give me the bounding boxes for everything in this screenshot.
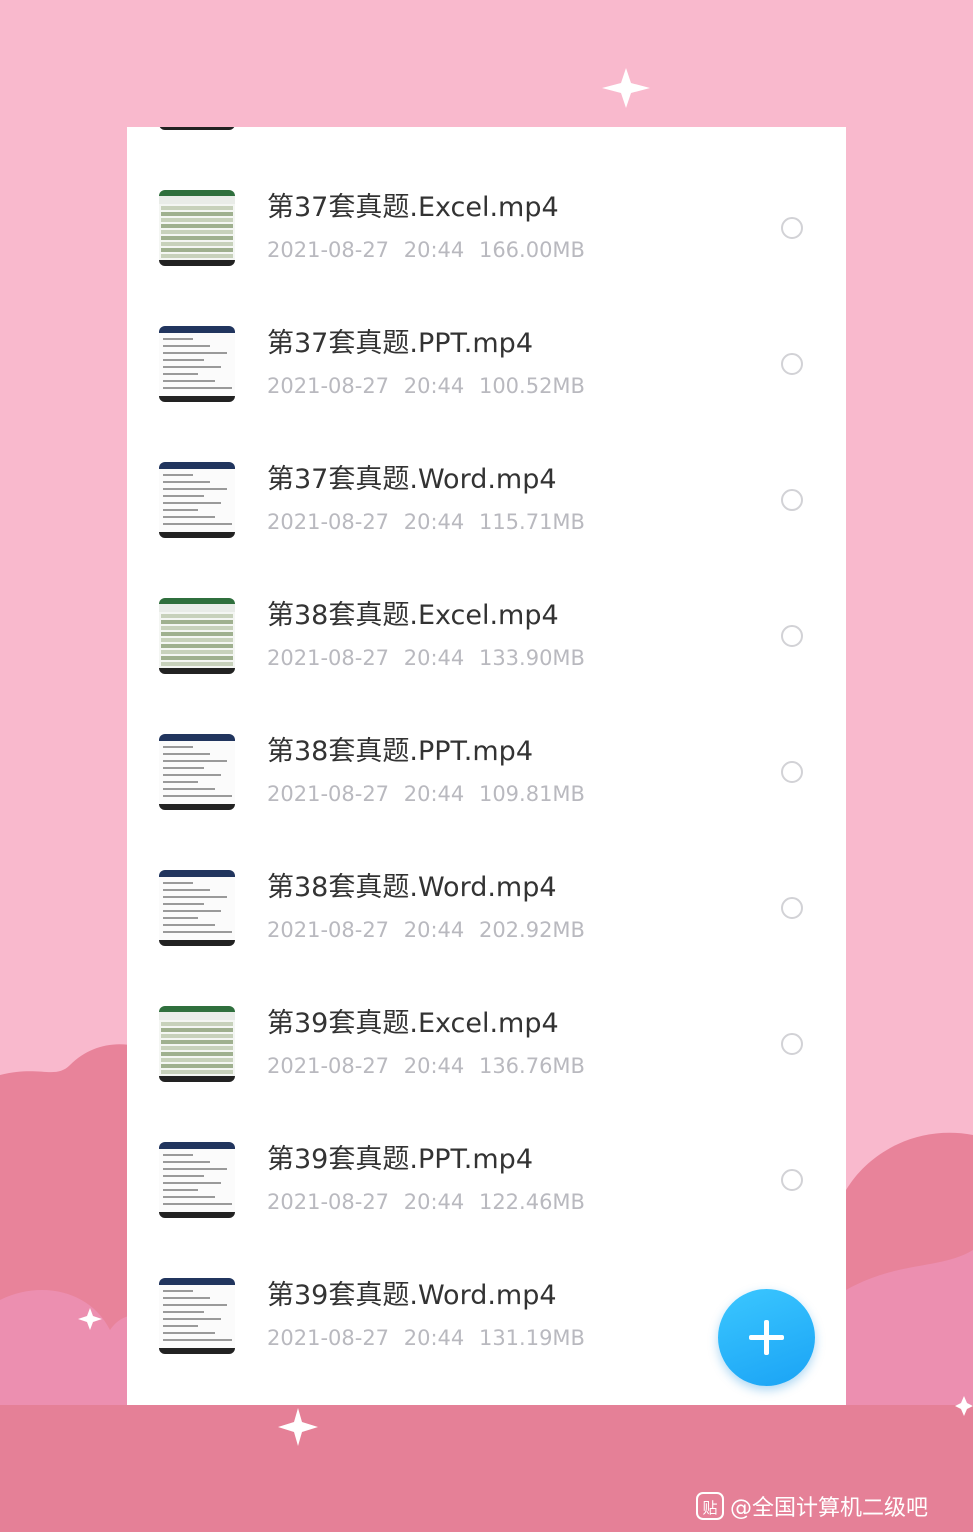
file-date: 2021-08-27 bbox=[267, 918, 390, 942]
file-date: 2021-08-27 bbox=[267, 510, 390, 534]
file-size: 100.52MB bbox=[478, 374, 585, 398]
select-radio[interactable] bbox=[781, 625, 803, 647]
select-radio[interactable] bbox=[781, 761, 803, 783]
video-thumbnail bbox=[159, 1006, 235, 1082]
select-radio[interactable] bbox=[781, 1169, 803, 1191]
file-size: 202.92MB bbox=[478, 918, 585, 942]
file-date: 2021-08-27 bbox=[267, 1326, 390, 1350]
plus-icon bbox=[749, 1320, 784, 1355]
file-time: 20:44 bbox=[403, 238, 465, 262]
file-size: 115.71MB bbox=[478, 510, 585, 534]
watermark-text: @全国计算机二级吧 bbox=[730, 1496, 929, 1521]
file-list-item[interactable]: 第38套真题.Word.mp4 2021-08-27 20:44 202.92MB bbox=[127, 870, 846, 1006]
select-radio[interactable] bbox=[781, 489, 803, 511]
file-name: 第38套真题.Word.mp4 bbox=[267, 872, 557, 903]
file-meta: 2021-08-27 20:44 109.81MB bbox=[267, 780, 585, 808]
file-time: 20:44 bbox=[403, 1326, 465, 1350]
file-list-item[interactable]: 第37套真题.Excel.mp4 2021-08-27 20:44 166.00M… bbox=[127, 190, 846, 326]
file-meta: 2021-08-27 20:44 166.00MB bbox=[267, 236, 585, 264]
file-date: 2021-08-27 bbox=[267, 374, 390, 398]
file-meta: 2021-08-27 20:44 95.77MB bbox=[267, 127, 572, 128]
select-radio[interactable] bbox=[781, 1033, 803, 1055]
file-meta: 2021-08-27 20:44 122.46MB bbox=[267, 1188, 585, 1216]
video-thumbnail bbox=[159, 190, 235, 266]
file-list-item[interactable]: 第37套真题.Word.mp4 2021-08-27 20:44 115.71MB bbox=[127, 462, 846, 598]
watermark: 贴 @全国计算机二级吧 bbox=[696, 1491, 928, 1521]
video-thumbnail bbox=[159, 598, 235, 674]
file-name: 第39套真题.Excel.mp4 bbox=[267, 1008, 559, 1039]
video-thumbnail bbox=[159, 462, 235, 538]
file-meta: 2021-08-27 20:44 100.52MB bbox=[267, 372, 585, 400]
sparkle-icon bbox=[602, 68, 650, 108]
video-thumbnail bbox=[159, 326, 235, 402]
file-name: 第39套真题.Word.mp4 bbox=[267, 1280, 557, 1311]
file-list-item[interactable]: 第39套真题.Excel.mp4 2021-08-27 20:44 136.76M… bbox=[127, 1006, 846, 1142]
file-time: 20:44 bbox=[403, 1190, 465, 1214]
file-size: 166.00MB bbox=[478, 238, 585, 262]
file-size: 133.90MB bbox=[478, 646, 585, 670]
file-name: 第38套真题.PPT.mp4 bbox=[267, 736, 533, 767]
video-thumbnail bbox=[159, 870, 235, 946]
file-list-item[interactable]: 第37套真题.PPT.mp4 2021-08-27 20:44 100.52MB bbox=[127, 326, 846, 462]
file-list-item[interactable]: 第38套真题.Excel.mp4 2021-08-27 20:44 133.90M… bbox=[127, 598, 846, 734]
file-size: 131.19MB bbox=[478, 1326, 585, 1350]
video-thumbnail bbox=[159, 127, 235, 130]
select-radio[interactable] bbox=[781, 353, 803, 375]
file-time: 20:44 bbox=[403, 510, 465, 534]
file-name: 第37套真题.Excel.mp4 bbox=[267, 192, 559, 223]
select-radio[interactable] bbox=[781, 217, 803, 239]
add-button[interactable] bbox=[718, 1289, 815, 1386]
file-time: 20:44 bbox=[403, 782, 465, 806]
file-time: 20:44 bbox=[403, 918, 465, 942]
file-name: 第39套真题.PPT.mp4 bbox=[267, 1144, 533, 1175]
file-time: 20:44 bbox=[403, 1054, 465, 1078]
file-time: 20:44 bbox=[403, 646, 465, 670]
tieba-icon: 贴 bbox=[696, 1492, 724, 1520]
file-date: 2021-08-27 bbox=[267, 782, 390, 806]
file-date: 2021-08-27 bbox=[267, 238, 390, 262]
video-thumbnail bbox=[159, 734, 235, 810]
file-size: 136.76MB bbox=[478, 1054, 585, 1078]
file-list-item[interactable]: 第39套真题.PPT.mp4 2021-08-27 20:44 122.46MB bbox=[127, 1142, 846, 1278]
file-meta: 2021-08-27 20:44 136.76MB bbox=[267, 1052, 585, 1080]
file-meta: 2021-08-27 20:44 133.90MB bbox=[267, 644, 585, 672]
file-size: 109.81MB bbox=[478, 782, 585, 806]
select-radio[interactable] bbox=[781, 897, 803, 919]
file-date: 2021-08-27 bbox=[267, 1190, 390, 1214]
file-size: 122.46MB bbox=[478, 1190, 585, 1214]
file-date: 2021-08-27 bbox=[267, 1054, 390, 1078]
file-list-item[interactable]: 2021-08-27 20:44 95.77MB bbox=[127, 127, 846, 190]
video-thumbnail bbox=[159, 1278, 235, 1354]
file-name: 第38套真题.Excel.mp4 bbox=[267, 600, 559, 631]
file-meta: 2021-08-27 20:44 115.71MB bbox=[267, 508, 585, 536]
file-meta: 2021-08-27 20:44 131.19MB bbox=[267, 1324, 585, 1352]
file-name: 第37套真题.PPT.mp4 bbox=[267, 328, 533, 359]
file-name: 第37套真题.Word.mp4 bbox=[267, 464, 557, 495]
file-list-item[interactable]: 第38套真题.PPT.mp4 2021-08-27 20:44 109.81MB bbox=[127, 734, 846, 870]
file-date: 2021-08-27 bbox=[267, 646, 390, 670]
file-list-panel: 2021-08-27 20:44 95.77MB 第37套真题.Excel.mp… bbox=[127, 127, 846, 1405]
video-thumbnail bbox=[159, 1142, 235, 1218]
file-time: 20:44 bbox=[403, 374, 465, 398]
file-meta: 2021-08-27 20:44 202.92MB bbox=[267, 916, 585, 944]
